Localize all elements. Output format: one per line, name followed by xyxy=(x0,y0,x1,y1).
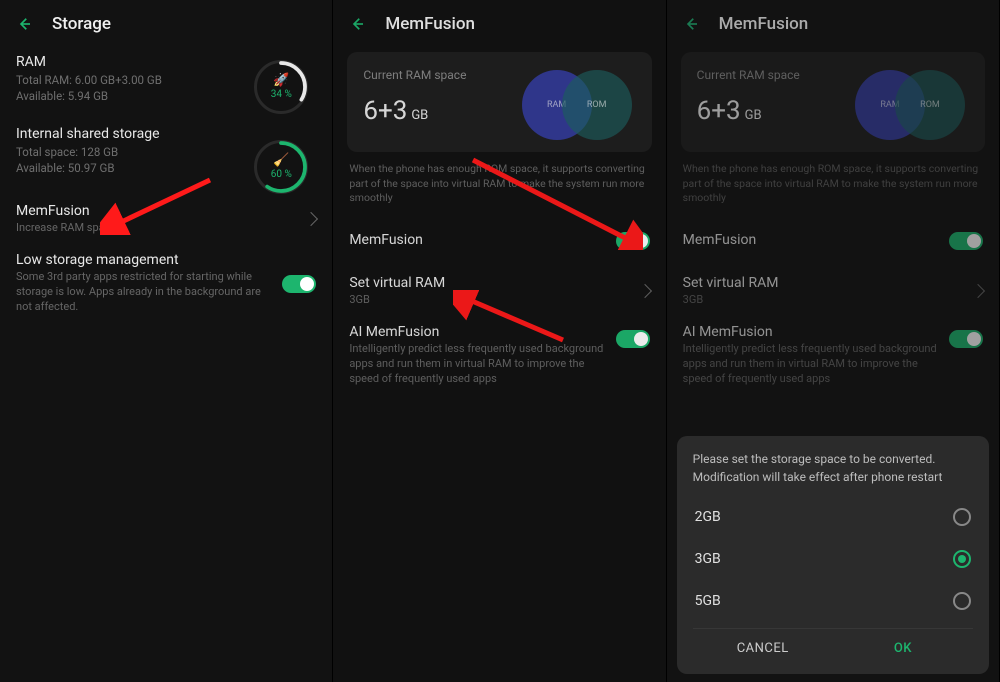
memfusion-toggle[interactable] xyxy=(616,232,650,250)
lowstorage-toggle[interactable] xyxy=(282,275,316,293)
venn-rom: ROM xyxy=(895,70,965,140)
back-icon[interactable] xyxy=(681,14,701,34)
page-title: Storage xyxy=(52,14,111,34)
lowstorage-sub: Some 3rd party apps restricted for start… xyxy=(16,270,274,315)
page-title: MemFusion xyxy=(719,14,809,34)
memfusion-toggle-row: MemFusion xyxy=(667,216,999,266)
ai-toggle xyxy=(949,330,983,348)
ai-memfusion-row: AI MemFusion Intelligently predict less … xyxy=(667,316,999,395)
ai-label: AI MemFusion xyxy=(349,324,607,340)
venn-diagram: RAM ROM xyxy=(522,70,642,150)
lowstorage-label: Low storage management xyxy=(16,252,274,268)
radio-option[interactable]: 3GB xyxy=(693,538,973,580)
radio-label: 3GB xyxy=(695,551,721,567)
back-icon[interactable] xyxy=(14,14,34,34)
ram-gauge[interactable]: 🚀 34 % xyxy=(254,60,308,114)
panel-storage: Storage RAM Total RAM: 6.00 GB+3.00 GB A… xyxy=(0,0,333,682)
chevron-right-icon xyxy=(638,284,652,298)
radio-option[interactable]: 5GB xyxy=(693,580,973,622)
memfusion-sub: Increase RAM space xyxy=(16,221,298,236)
cancel-button[interactable]: CANCEL xyxy=(693,629,833,668)
header: MemFusion xyxy=(667,0,999,44)
panel-memfusion-dialog: MemFusion Current RAM space 6+3GB RAM RO… xyxy=(667,0,1000,682)
radio-icon[interactable] xyxy=(953,550,971,568)
memfusion-toggle xyxy=(949,232,983,250)
set-virtual-ram-row: Set virtual RAM 3GB xyxy=(667,266,999,316)
helper-text: When the phone has enough ROM space, it … xyxy=(667,162,999,216)
back-icon[interactable] xyxy=(347,14,367,34)
helper-text: When the phone has enough ROM space, it … xyxy=(333,162,665,216)
ai-memfusion-row[interactable]: AI MemFusion Intelligently predict less … xyxy=(333,316,665,395)
page-title: MemFusion xyxy=(385,14,475,34)
storage-gauge[interactable]: 🧹 60 % xyxy=(254,140,308,194)
low-storage-row[interactable]: Low storage management Some 3rd party ap… xyxy=(0,244,332,323)
venn-rom: ROM xyxy=(562,70,632,140)
header: Storage xyxy=(0,0,332,44)
radio-icon[interactable] xyxy=(953,592,971,610)
memfusion-label: MemFusion xyxy=(16,203,298,219)
virtual-ram-dialog: Please set the storage space to be conve… xyxy=(677,436,989,674)
svr-sub: 3GB xyxy=(349,293,631,308)
dialog-message: Please set the storage space to be conve… xyxy=(693,450,973,486)
mf-label: MemFusion xyxy=(349,232,423,248)
radio-label: 5GB xyxy=(695,593,721,609)
header: MemFusion xyxy=(333,0,665,44)
ram-card: Current RAM space 6+3GB RAM ROM xyxy=(681,52,985,152)
radio-option[interactable]: 2GB xyxy=(693,496,973,538)
radio-icon[interactable] xyxy=(953,508,971,526)
ok-button[interactable]: OK xyxy=(833,629,973,668)
ai-sub: Intelligently predict less frequently us… xyxy=(349,342,607,387)
svr-label: Set virtual RAM xyxy=(349,275,631,291)
memfusion-toggle-row[interactable]: MemFusion xyxy=(333,216,665,266)
radio-label: 2GB xyxy=(695,509,721,525)
ai-toggle[interactable] xyxy=(616,330,650,348)
venn-diagram: RAM ROM xyxy=(855,70,975,150)
memfusion-row[interactable]: MemFusion Increase RAM space xyxy=(0,194,332,244)
set-virtual-ram-row[interactable]: Set virtual RAM 3GB xyxy=(333,266,665,316)
chevron-right-icon xyxy=(971,284,985,298)
dialog-buttons: CANCEL OK xyxy=(693,628,973,668)
chevron-right-icon xyxy=(304,212,318,226)
ram-card: Current RAM space 6+3GB RAM ROM xyxy=(347,52,651,152)
panel-memfusion: MemFusion Current RAM space 6+3GB RAM RO… xyxy=(333,0,666,682)
